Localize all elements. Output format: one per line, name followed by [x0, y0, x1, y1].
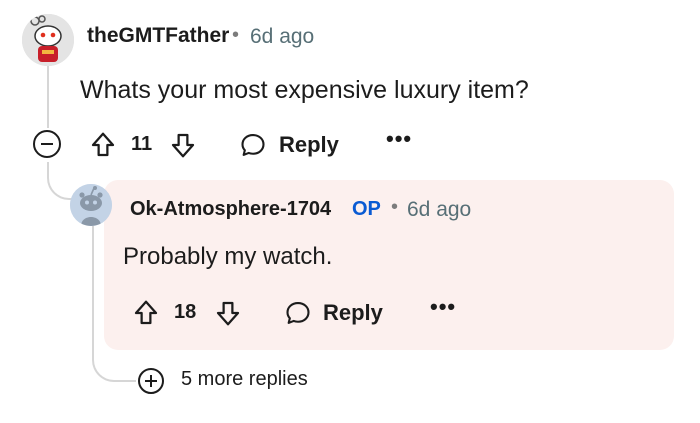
comment-bubble-icon [286, 302, 310, 324]
vote-count: 11 [131, 133, 153, 155]
thread-line [47, 66, 49, 128]
meta-separator: • [232, 24, 240, 46]
comment-body: Whats your most expensive luxury item? [80, 76, 529, 104]
more-replies-link[interactable]: 5 more replies [181, 368, 308, 391]
comment-timestamp[interactable]: 6d ago [250, 25, 314, 49]
downvote-icon[interactable] [168, 130, 198, 160]
meta-separator: • [391, 196, 399, 218]
thread-line-branch [47, 162, 73, 200]
op-badge: OP [352, 198, 381, 220]
thread-line [92, 226, 94, 354]
downvote-icon[interactable] [213, 298, 243, 328]
more-options-icon[interactable]: ••• [386, 126, 412, 152]
vote-count: 18 [174, 301, 197, 323]
collapse-thread-button[interactable] [33, 130, 61, 158]
reply-timestamp[interactable]: 6d ago [407, 198, 471, 222]
upvote-icon[interactable] [88, 130, 118, 160]
reply-button-label[interactable]: Reply [323, 300, 383, 326]
upvote-icon[interactable] [131, 298, 161, 328]
comment-author[interactable]: theGMTFather [87, 24, 229, 48]
reply-body: Probably my watch. [123, 243, 333, 270]
reply-author[interactable]: Ok-Atmosphere-1704 [130, 198, 331, 221]
reply-button-label[interactable]: Reply [279, 132, 339, 158]
thread-line-branch [92, 346, 136, 382]
snoo-avatar-icon [70, 184, 112, 226]
avatar[interactable] [70, 184, 112, 226]
snoo-avatar-icon [22, 14, 74, 66]
expand-plus-icon[interactable] [138, 368, 164, 394]
comment-bubble-icon [241, 134, 265, 156]
more-options-icon[interactable]: ••• [430, 294, 456, 320]
avatar[interactable] [22, 14, 74, 66]
